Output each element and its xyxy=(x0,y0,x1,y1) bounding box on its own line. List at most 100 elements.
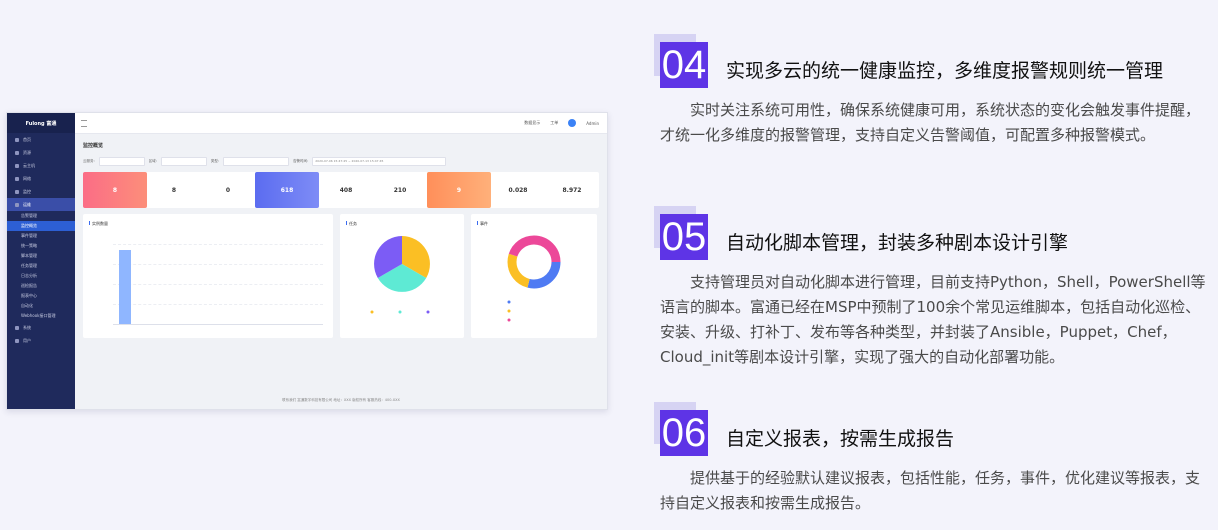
feature-number: 06 xyxy=(660,410,708,456)
filter-bar: 云服务: 区域: 类型: 告警时间: 2020-07-06 15:47:45 ~… xyxy=(83,156,599,166)
sidebar-item[interactable]: 监控 xyxy=(7,185,75,198)
x-axis xyxy=(113,324,323,325)
number-badge: 05 xyxy=(654,206,708,260)
sidebar-item[interactable]: 网络 xyxy=(7,172,75,185)
stats-row: 8 8 0 618 408 210 9 0.028 8.972 xyxy=(83,172,599,208)
stat-value: 0.028 xyxy=(508,186,528,194)
stat-card: 8 xyxy=(83,172,147,208)
sidebar-item-label: 云主机 xyxy=(23,162,35,168)
panel-title: 任务 xyxy=(346,221,357,227)
sidebar-item-label: 事件管理 xyxy=(21,233,37,238)
legend-dot xyxy=(507,300,511,304)
sidebar-item-label: 运维 xyxy=(23,201,31,207)
sidebar-subitem[interactable]: 日志分析 xyxy=(7,271,75,281)
page-title: 监控概览 xyxy=(83,143,104,149)
gridline xyxy=(113,264,323,265)
sidebar-item-label: 脚本管理 xyxy=(21,253,37,258)
time-range-input[interactable]: 2020-07-06 15:47:45 ~ 2020-07-13 15:47:4… xyxy=(312,156,447,166)
sidebar-subitem[interactable]: 巡检报告 xyxy=(7,281,75,291)
sidebar-item-label: 网络 xyxy=(23,175,31,181)
user-icon xyxy=(15,338,19,343)
feature-05: 05 自动化脚本管理，封装多种剧本设计引擎 支持管理员对自动化脚本进行管理，目前… xyxy=(654,206,1210,386)
sidebar-item-label: 日志分析 xyxy=(21,273,37,278)
sidebar-item-label: Webhook接口管理 xyxy=(21,313,56,318)
logo: Fulong 富通 xyxy=(7,113,75,133)
feature-title: 实现多云的统一健康监控，多维度报警规则统一管理 xyxy=(726,60,1164,82)
ops-icon xyxy=(15,202,19,207)
panel-title: 事件 xyxy=(477,221,488,227)
sidebar-item[interactable]: 资源 xyxy=(7,146,75,159)
menu-icon[interactable] xyxy=(81,120,87,127)
topbar-link[interactable]: 工单 xyxy=(550,120,558,126)
region-select[interactable] xyxy=(160,156,207,166)
sidebar-item-label: 自动化 xyxy=(21,303,33,308)
legend-dot xyxy=(398,310,402,314)
sidebar-item[interactable]: 首页 xyxy=(7,133,75,146)
feature-title: 自定义报表，按需生成报告 xyxy=(726,428,955,450)
legend-dot xyxy=(370,310,374,314)
sidebar-subitem[interactable]: 事件管理 xyxy=(7,231,75,241)
feature-description: 实时关注系统可用性，确保系统健康可用，系统状态的变化会触发事件提醒，才统一化多维… xyxy=(660,101,1201,144)
sidebar-subitem[interactable]: 告警管理 xyxy=(7,211,75,221)
feature-04: 04 实现多云的统一健康监控，多维度报警规则统一管理 实时关注系统可用性，确保系… xyxy=(654,34,1210,184)
sidebar-item-label: 任务管理 xyxy=(21,263,37,268)
sidebar-subitem[interactable]: 自动化 xyxy=(7,301,75,311)
sidebar-item-label: 统一策略 xyxy=(21,243,37,248)
event-donut-chart xyxy=(507,235,561,322)
task-pie-chart xyxy=(370,236,430,314)
sidebar-item[interactable]: 云主机 xyxy=(7,159,75,172)
legend-dot xyxy=(507,318,511,322)
sidebar-item-label: 告警管理 xyxy=(21,213,37,218)
cloud-icon xyxy=(15,163,19,168)
stat-value: 8 xyxy=(171,186,177,194)
home-icon xyxy=(15,137,19,142)
user-name[interactable]: Admin xyxy=(586,121,599,126)
sidebar-item-label: 资源 xyxy=(23,149,31,155)
stat-card: 9 xyxy=(427,172,491,208)
project-select[interactable] xyxy=(98,156,145,166)
sidebar: Fulong 富通 首页 资源 云主机 网络 监控 运维 告警管理 监控概览 事… xyxy=(7,113,75,409)
topbar-link[interactable]: 数据显示 xyxy=(524,120,540,126)
sidebar-subitem[interactable]: 统一策略 xyxy=(7,241,75,251)
stat-value: 8.972 xyxy=(562,186,582,194)
sidebar-item-label: 用户 xyxy=(23,337,31,343)
monitor-icon xyxy=(15,189,19,194)
filter-label: 区域: xyxy=(148,158,157,163)
number-badge: 04 xyxy=(654,34,708,88)
stat-value: 408 xyxy=(339,186,353,194)
type-select[interactable] xyxy=(223,156,290,166)
panel-title: 实例数量 xyxy=(89,221,108,227)
pie-chart-panel: 任务 xyxy=(340,214,464,338)
number-badge: 06 xyxy=(654,402,708,456)
filter-label: 类型: xyxy=(210,158,220,163)
sidebar-item-active[interactable]: 运维 xyxy=(7,198,75,211)
filter-label: 云服务: xyxy=(83,158,95,163)
resource-icon xyxy=(15,150,19,155)
sidebar-item[interactable]: 系统 xyxy=(7,321,75,334)
network-icon xyxy=(15,176,19,181)
legend-dot xyxy=(426,310,430,314)
topbar: 数据显示 工单 Admin xyxy=(75,113,607,134)
stat-card: 618 xyxy=(255,172,319,208)
sidebar-subitem[interactable]: 任务管理 xyxy=(7,261,75,271)
sidebar-subitem[interactable]: 脚本管理 xyxy=(7,251,75,261)
feature-number: 04 xyxy=(660,42,708,88)
main-content: 监控概览 云服务: 区域: 类型: 告警时间: 2020-07-06 15:47… xyxy=(75,134,607,409)
sidebar-subitem[interactable]: Webhook接口管理 xyxy=(7,311,75,321)
dashboard-screenshot: Fulong 富通 首页 资源 云主机 网络 监控 运维 告警管理 监控概览 事… xyxy=(6,112,608,410)
sidebar-item-label: 监控概览 xyxy=(21,223,37,228)
sidebar-item-label: 巡检报告 xyxy=(21,283,37,288)
legend-dot xyxy=(507,309,511,313)
avatar[interactable] xyxy=(568,119,577,127)
sidebar-subitem[interactable]: 报表中心 xyxy=(7,291,75,301)
bar-chart-panel: 实例数量 xyxy=(83,214,333,338)
gridline xyxy=(113,304,323,305)
feature-number: 05 xyxy=(660,214,708,260)
gridline xyxy=(113,284,323,285)
sidebar-subitem-active[interactable]: 监控概览 xyxy=(7,221,75,231)
stat-value: 0 xyxy=(225,186,231,194)
sidebar-item-label: 监控 xyxy=(23,188,31,194)
sidebar-item[interactable]: 用户 xyxy=(7,334,75,347)
gridline xyxy=(113,244,323,245)
sidebar-item-label: 系统 xyxy=(23,324,31,330)
